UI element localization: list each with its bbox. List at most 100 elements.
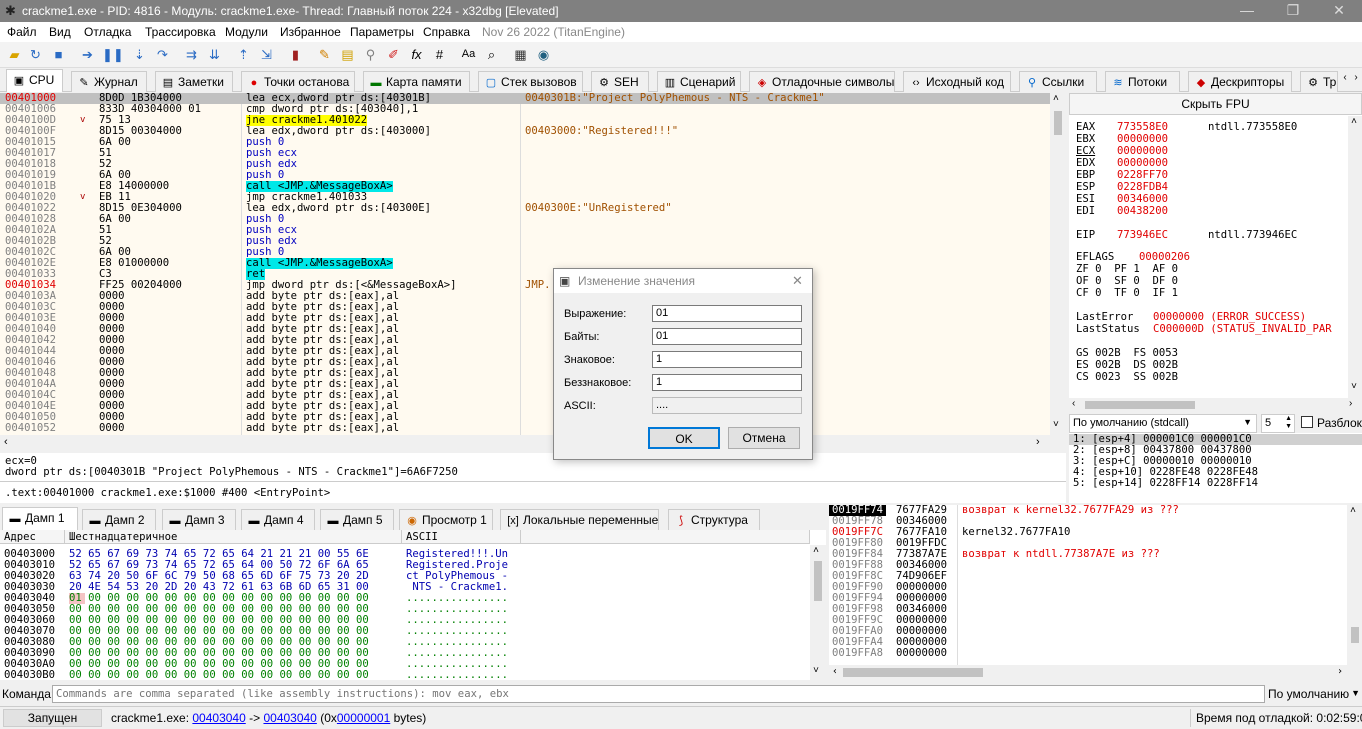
- menu-favorites[interactable]: Избранное: [280, 25, 341, 39]
- disasm-row[interactable]: 0040104E 0000 add byte ptr ds:[eax],al: [0, 401, 1050, 412]
- dump-hex[interactable]: 00 00 00 00 00 00 00 00 00 00 00 00 00 0…: [69, 670, 369, 681]
- menu-file[interactable]: Файл: [7, 25, 37, 39]
- run-to-user-code-icon[interactable]: ⇲: [258, 46, 275, 63]
- stack-row[interactable]: 0019FFA8 00000000: [829, 648, 1347, 659]
- bytes-input[interactable]: 01: [652, 328, 802, 345]
- tab-dump-5[interactable]: ▬ Дамп 5: [320, 509, 394, 530]
- globe-icon[interactable]: ◉: [535, 46, 552, 63]
- font-icon[interactable]: Aa: [460, 46, 477, 63]
- scroll-up-icon[interactable]: ˄: [813, 545, 819, 556]
- stack-view[interactable]: 0019FF74 7677FA29 возврат к kernel32.7677F…: [829, 505, 1362, 680]
- calling-convention-select[interactable]: По умолчанию (stdcall) ▼: [1069, 414, 1257, 433]
- disasm-row[interactable]: 0040103E 0000 add byte ptr ds:[eax],al: [0, 313, 1050, 324]
- disasm-row[interactable]: 00401006 833D 40304000 01 cmp dword ptr ds…: [0, 104, 1050, 115]
- status-addr-end-link[interactable]: 00403040: [263, 711, 316, 725]
- stack-arg-5[interactable]: 5: [esp+14] 0228FF14 0228FF14: [1073, 478, 1258, 489]
- pause-icon[interactable]: ❚❚: [102, 46, 124, 63]
- segments-row-1[interactable]: GS 002B FS 0053: [1076, 348, 1178, 359]
- trace-over-icon[interactable]: ⇊: [206, 46, 223, 63]
- status-addr-start-link[interactable]: 00403040: [192, 711, 245, 725]
- disasm-row[interactable]: 0040102E E8 01000000 call <JMP.&MessageBox…: [0, 258, 1050, 269]
- tab-locals[interactable]: [x] Локальные переменные: [500, 509, 659, 530]
- menu-view[interactable]: Вид: [49, 25, 71, 39]
- tab-source[interactable]: ‹› Исходный код: [903, 71, 1011, 92]
- scroll-right-icon[interactable]: ›: [1036, 436, 1040, 448]
- flags-row-1[interactable]: ZF 0 PF 1 AF 0: [1076, 264, 1178, 275]
- scroll-right-icon[interactable]: ›: [1349, 398, 1352, 409]
- step-into-icon[interactable]: ⇣: [131, 46, 148, 63]
- dump-vscrollbar[interactable]: ˄ ˅: [810, 545, 826, 680]
- tab-callstack[interactable]: ▢ Стек вызовов: [478, 71, 583, 92]
- flags-row-3[interactable]: CF 0 TF 0 IF 1: [1076, 288, 1178, 299]
- disasm-row[interactable]: 0040104A 0000 add byte ptr ds:[eax],al: [0, 379, 1050, 390]
- tab-struct[interactable]: ⟆ Структура: [668, 509, 760, 530]
- disasm-row[interactable]: 00401042 0000 add byte ptr ds:[eax],al: [0, 335, 1050, 346]
- comments-icon[interactable]: ▤: [339, 46, 356, 63]
- unlock-checkbox[interactable]: [1301, 416, 1313, 428]
- segments-row-3[interactable]: CS 0023 SS 002B: [1076, 372, 1178, 383]
- stack-hscroll-thumb[interactable]: [843, 668, 983, 677]
- close-button[interactable]: ✕: [1316, 0, 1362, 22]
- tab-watch-1[interactable]: ◉ Просмотр 1: [399, 509, 493, 530]
- step-over-icon[interactable]: ↷: [154, 46, 171, 63]
- tab-symbols[interactable]: ◈ Отладочные символы: [749, 71, 895, 92]
- status-size-link[interactable]: 00000001: [337, 711, 390, 725]
- disasm-row[interactable]: 00401046 0000 add byte ptr ds:[eax],al: [0, 357, 1050, 368]
- scroll-up-icon[interactable]: ˄: [1053, 93, 1059, 104]
- flags-row-2[interactable]: OF 0 SF 0 DF 0: [1076, 276, 1178, 287]
- disasm-row[interactable]: 0040101B E8 14000000 call <JMP.&MessageBox…: [0, 181, 1050, 192]
- segments-row-2[interactable]: ES 002B DS 002B: [1076, 360, 1178, 371]
- register-value-ecx[interactable]: 00000000: [1117, 146, 1168, 157]
- tab-trace[interactable]: ⚙ Тр: [1300, 71, 1338, 92]
- strings-icon[interactable]: ⌕: [483, 46, 500, 63]
- eflags-value[interactable]: 00000206: [1139, 252, 1190, 263]
- execute-till-return-icon[interactable]: ⇡: [235, 46, 252, 63]
- menu-trace[interactable]: Трассировка: [145, 25, 216, 39]
- register-value-edi[interactable]: 00438200: [1117, 206, 1168, 217]
- disasm-vscroll-track[interactable]: ˄ ˅: [1050, 93, 1066, 435]
- tab-dump-2[interactable]: ▬ Дамп 2: [82, 509, 156, 530]
- minimize-button[interactable]: —: [1224, 0, 1270, 22]
- run-icon[interactable]: ➔: [79, 46, 96, 63]
- disasm-row[interactable]: 0040103A 0000 add byte ptr ds:[eax],al: [0, 291, 1050, 302]
- dump-row[interactable]: 004030B0 00 00 00 00 00 00 00 00 00 00 00…: [0, 670, 810, 681]
- tab-handles[interactable]: ◆ Дескрипторы: [1188, 71, 1292, 92]
- command-input[interactable]: [52, 685, 1265, 703]
- scroll-right-icon[interactable]: ›: [1337, 666, 1343, 677]
- disasm-row[interactable]: 00401052 0000 add byte ptr ds:[eax],al: [0, 423, 1050, 434]
- disasm-row[interactable]: 0040100F 8D15 00304000 lea edx,dword ptr d…: [0, 126, 1050, 137]
- scroll-left-icon[interactable]: ‹: [4, 436, 8, 448]
- disasm-row[interactable]: 0040104C 0000 add byte ptr ds:[eax],al: [0, 390, 1050, 401]
- tab-threads[interactable]: ≋ Потоки: [1105, 71, 1180, 92]
- menu-options[interactable]: Параметры: [350, 25, 414, 39]
- register-value-ebp[interactable]: 0228FF70: [1117, 170, 1168, 181]
- disasm-row[interactable]: 00401034 FF25 00204000 jmp dword ptr ds:[<…: [0, 280, 1050, 291]
- ok-button[interactable]: OK: [648, 427, 720, 449]
- tab-cpu[interactable]: ▣ CPU: [6, 69, 63, 92]
- hide-fpu-button[interactable]: Скрыть FPU: [1069, 93, 1362, 115]
- disasm-horizontal-scrollbar[interactable]: ‹ ›: [0, 435, 1050, 451]
- stack-scroll-thumb[interactable]: [1351, 627, 1359, 643]
- disasm-row[interactable]: 0040102B 52 push edx: [0, 236, 1050, 247]
- registers-vscrollbar[interactable]: ˄ ˅: [1348, 116, 1362, 398]
- register-value-eax[interactable]: 773558E0: [1117, 122, 1168, 133]
- disasm-row[interactable]: 00401022 8D15 0E304000 lea edx,dword ptr d…: [0, 203, 1050, 214]
- tab-log[interactable]: ✎ Журнал: [71, 71, 147, 92]
- labels-icon[interactable]: ⚲: [362, 46, 379, 63]
- scroll-left-icon[interactable]: ‹: [832, 666, 838, 677]
- menu-help[interactable]: Справка: [423, 25, 470, 39]
- trace-into-icon[interactable]: ⇉: [183, 46, 200, 63]
- tab-memory-map[interactable]: ▬ Карта памяти: [363, 71, 470, 92]
- disassembly-view[interactable]: 00401000 8D0D 1B304000 lea ecx,dword ptr d…: [0, 93, 1050, 435]
- bookmarks-icon[interactable]: ✐: [385, 46, 402, 63]
- spinner-arrows-icon[interactable]: ▲ ▼: [1285, 415, 1292, 431]
- stack-hscrollbar[interactable]: ‹ ›: [829, 665, 1362, 680]
- stack-vscrollbar[interactable]: ˄: [1347, 505, 1362, 665]
- maximize-button[interactable]: ❐: [1270, 0, 1316, 22]
- tabs-scroll-left-icon[interactable]: ‹: [1340, 72, 1350, 88]
- registers-hscroll-thumb[interactable]: [1085, 401, 1195, 409]
- scroll-up-icon[interactable]: ˄: [1351, 116, 1357, 127]
- scylla-icon[interactable]: ▮: [287, 46, 304, 63]
- registers-hscrollbar[interactable]: ‹ ›: [1069, 398, 1362, 412]
- dump-scroll-thumb[interactable]: [814, 561, 822, 601]
